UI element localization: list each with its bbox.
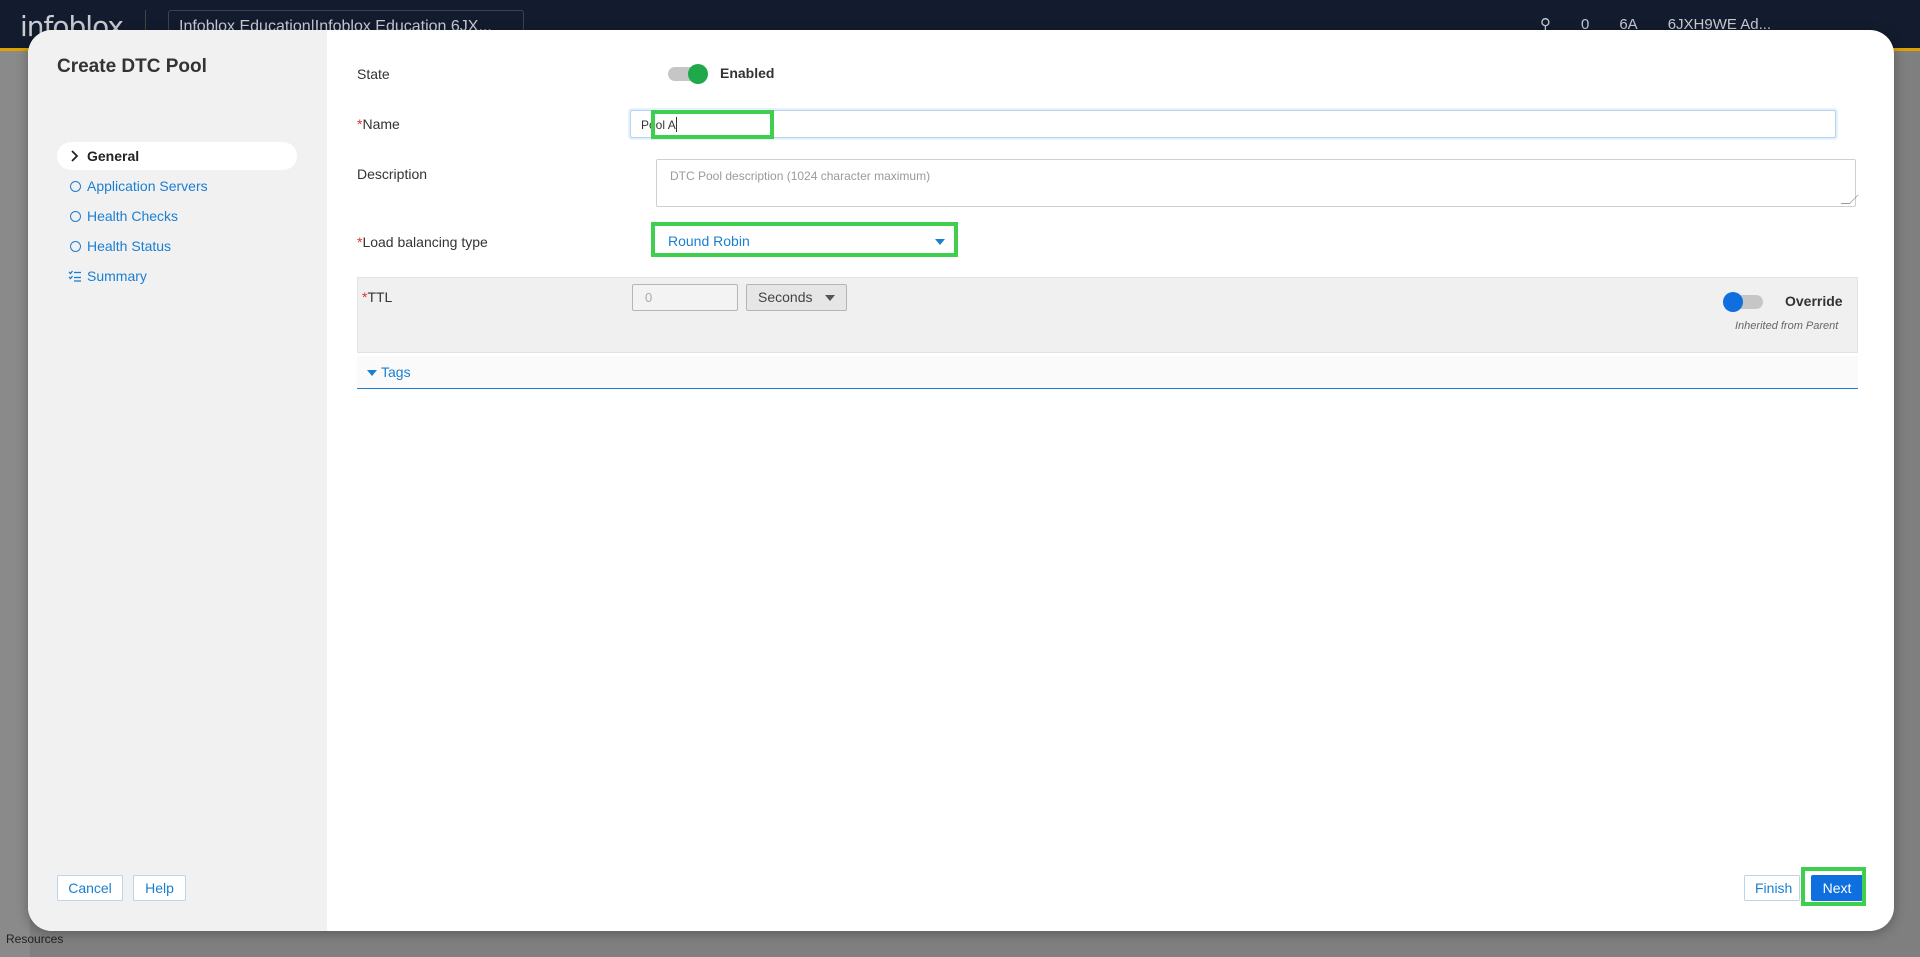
circle-icon — [67, 210, 83, 222]
inherited-label: Inherited from Parent — [1735, 320, 1839, 332]
chevron-right-icon — [67, 150, 83, 162]
override-toggle-knob[interactable] — [1723, 292, 1743, 312]
step-general[interactable]: General — [57, 142, 297, 170]
step-summary[interactable]: Summary — [57, 262, 297, 290]
help-button[interactable]: Help — [133, 875, 186, 901]
step-label: Summary — [87, 268, 147, 284]
ttl-unit-value: Seconds — [758, 289, 813, 305]
description-textarea[interactable] — [656, 159, 1856, 207]
app-sidebar — [0, 51, 30, 957]
cancel-button[interactable]: Cancel — [57, 875, 123, 901]
tags-section-header[interactable] — [357, 356, 1858, 389]
name-input[interactable] — [630, 110, 1836, 138]
circle-icon — [67, 240, 83, 252]
step-label: General — [87, 148, 140, 164]
state-toggle-knob[interactable] — [688, 64, 708, 84]
circle-icon — [67, 180, 83, 192]
list-check-icon — [67, 270, 83, 282]
step-health-checks[interactable]: Health Checks — [57, 202, 297, 230]
step-label: Application Servers — [87, 178, 208, 194]
next-highlight — [1801, 867, 1866, 906]
dialog-title: Create DTC Pool — [57, 56, 207, 77]
name-highlight — [651, 110, 774, 139]
tags-label[interactable]: Tags — [381, 364, 411, 380]
step-label: Health Checks — [87, 208, 179, 224]
state-label: State — [357, 66, 390, 82]
chevron-down-icon — [825, 295, 835, 301]
sidebar-resources-label[interactable]: Resources — [6, 932, 63, 946]
wizard-steps: General Application Servers Health Check… — [57, 142, 297, 292]
ttl-label: *TTL — [362, 289, 393, 305]
override-label: Override — [1785, 293, 1843, 309]
lb-type-label: *Load balancing type — [357, 234, 488, 250]
name-label: *Name — [357, 116, 400, 132]
ttl-value: 0 — [645, 290, 653, 305]
description-label: Description — [357, 166, 428, 182]
description-placeholder: DTC Pool description (1024 character max… — [670, 169, 931, 183]
ttl-panel — [357, 277, 1858, 353]
wizard-sidebar: Create DTC Pool General Application Serv… — [28, 30, 327, 931]
lb-type-highlight — [651, 222, 958, 257]
caret-down-icon — [367, 370, 377, 376]
step-application-servers[interactable]: Application Servers — [57, 172, 297, 200]
step-label: Health Status — [87, 238, 172, 254]
finish-button[interactable]: Finish — [1744, 875, 1800, 901]
state-value: Enabled — [720, 65, 775, 81]
step-health-status[interactable]: Health Status — [57, 232, 297, 260]
